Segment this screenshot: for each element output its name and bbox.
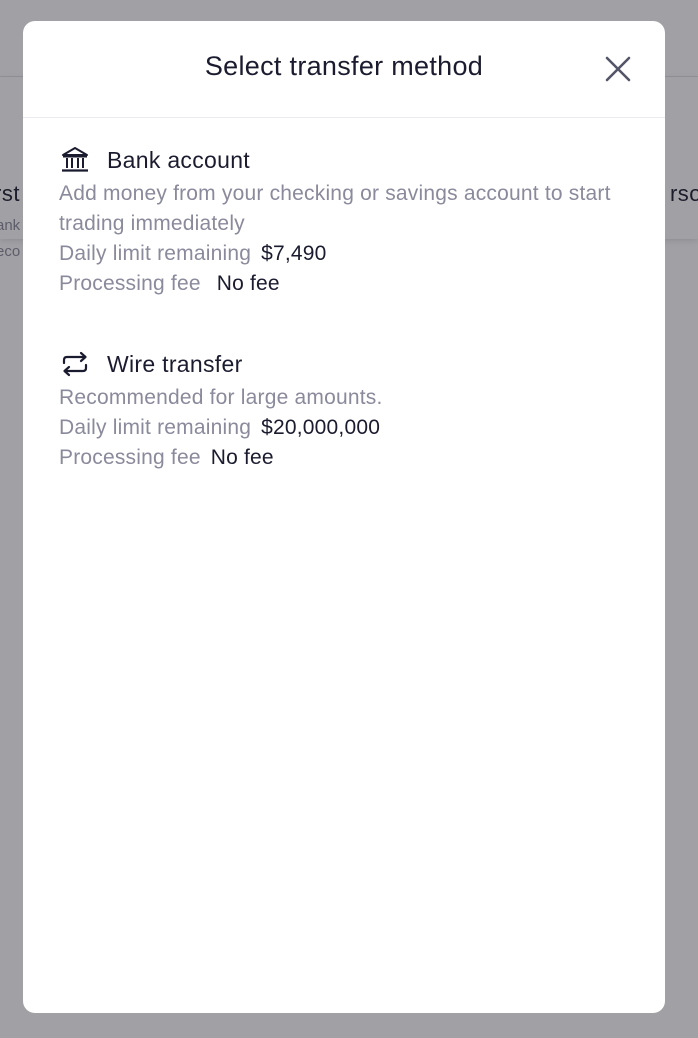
daily-limit-label: Daily limit remaining: [59, 242, 252, 265]
processing-fee-label: Processing fee: [59, 446, 201, 469]
daily-limit-row: Daily limit remaining $20,000,000: [59, 413, 635, 443]
bank-icon: [59, 144, 91, 176]
daily-limit-value: $20,000,000: [261, 416, 381, 439]
daily-limit-label: Daily limit remaining: [59, 416, 252, 439]
daily-limit-value: $7,490: [261, 242, 327, 265]
method-name: Bank account: [107, 146, 250, 173]
processing-fee-value: No fee: [210, 446, 274, 469]
modal-title: Select transfer method: [204, 51, 484, 81]
method-wire-transfer[interactable]: Wire transfer Recommended for large amou…: [59, 347, 635, 473]
method-name: Wire transfer: [107, 350, 243, 377]
method-description: Recommended for large amounts.: [59, 386, 383, 409]
method-header: Wire transfer: [59, 347, 635, 381]
close-button[interactable]: [603, 54, 633, 84]
modal-header: Select transfer method: [23, 21, 665, 118]
processing-fee-row: Processing fee No fee: [59, 269, 635, 299]
method-description: Add money from your checking or savings …: [59, 182, 611, 235]
daily-limit-row: Daily limit remaining $7,490: [59, 239, 635, 269]
transfer-arrows-icon: [59, 348, 91, 380]
method-header: Bank account: [59, 143, 635, 177]
method-bank-account[interactable]: Bank account Add money from your checkin…: [59, 143, 635, 299]
processing-fee-row: Processing fee No fee: [59, 443, 635, 473]
processing-fee-value: No fee: [216, 272, 280, 295]
close-icon: [605, 56, 631, 82]
processing-fee-label: Processing fee: [59, 272, 201, 295]
transfer-method-modal: Select transfer method Bank account Add …: [23, 21, 665, 1013]
